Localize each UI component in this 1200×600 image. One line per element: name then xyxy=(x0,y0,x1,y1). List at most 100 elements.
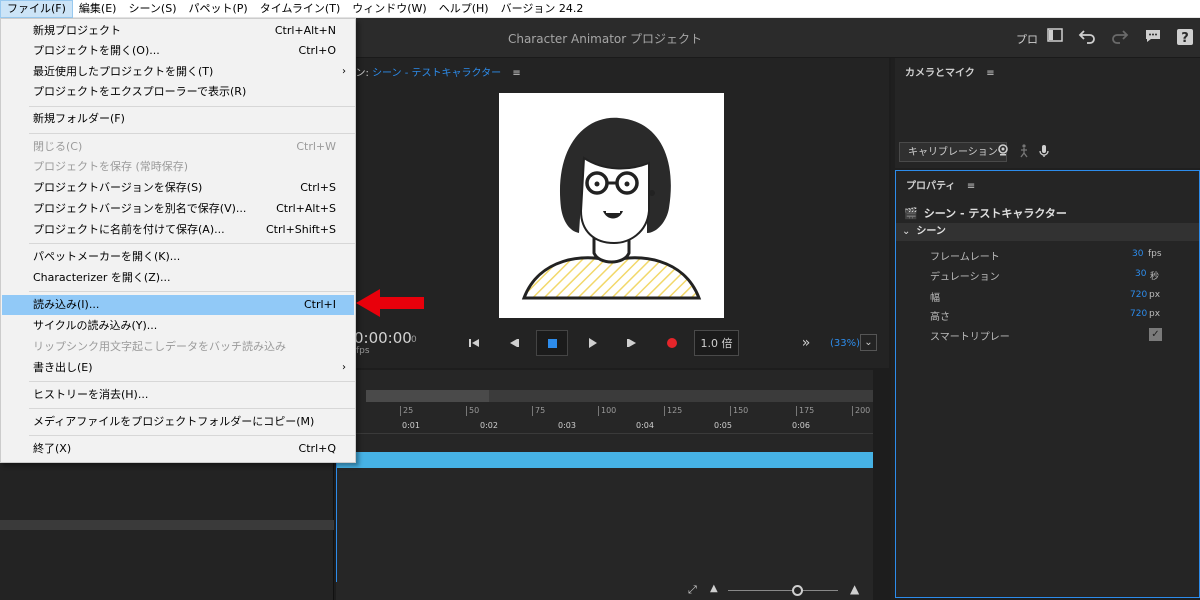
menu-item-label: メディアファイルをプロジェクトフォルダーにコピー(M) xyxy=(33,415,315,428)
height-value[interactable]: 720 xyxy=(1130,309,1147,319)
menu-item-label: リップシンク用文字起こしデータをバッチ読み込み xyxy=(33,340,286,353)
webcam-icon[interactable] xyxy=(997,144,1009,159)
body-tracking-icon[interactable] xyxy=(1019,144,1029,161)
previous-frame-button[interactable] xyxy=(504,330,524,356)
fit-to-window-icon[interactable]: ⤢ xyxy=(688,583,697,597)
menu-item-label: 新規フォルダー(F) xyxy=(33,112,125,125)
menu-item-import-cycle[interactable]: サイクルの読み込み(Y)... xyxy=(2,316,354,336)
menu-item-open-project[interactable]: プロジェクトを開く(O)... Ctrl+O xyxy=(2,41,354,61)
frame-rate-value[interactable]: 30 xyxy=(1132,249,1143,259)
record-button[interactable] xyxy=(662,330,682,356)
menu-item-label: プロジェクトを開く(O)... xyxy=(33,44,160,57)
stop-button[interactable] xyxy=(536,330,568,356)
menu-item-new-project[interactable]: 新規プロジェクト Ctrl+Alt+N xyxy=(2,21,354,41)
scene-section-header[interactable]: ⌄ シーン xyxy=(896,223,1199,241)
menu-item-save-as[interactable]: プロジェクトに名前を付けて保存(A)... Ctrl+Shift+S xyxy=(2,220,354,240)
help-icon[interactable]: ? xyxy=(1174,28,1196,50)
microphone-icon[interactable] xyxy=(1039,144,1049,161)
menu-item-puppet-maker[interactable]: パペットメーカーを開く(K)... xyxy=(2,247,354,267)
scene-canvas[interactable] xyxy=(499,93,724,318)
menu-item-export[interactable]: 書き出し(E) › xyxy=(2,358,354,378)
ruler-frame-label: 100 xyxy=(598,406,616,416)
zoom-dropdown-icon[interactable]: ⌄ xyxy=(860,334,877,351)
skip-start-icon xyxy=(469,339,479,347)
menu-item-import[interactable]: 読み込み(I)... Ctrl+I xyxy=(2,295,354,315)
menu-item-shortcut: Ctrl+W xyxy=(296,140,336,153)
menu-puppet[interactable]: パペット(P) xyxy=(182,0,253,18)
step-back-icon xyxy=(510,339,519,347)
timeline-footer: ⤢ ▲ ▲ xyxy=(336,580,896,600)
menu-item-copy-media[interactable]: メディアファイルをプロジェクトフォルダーにコピー(M) xyxy=(2,412,354,432)
panel-menu-icon[interactable]: ≡ xyxy=(512,68,520,79)
menu-item-shortcut: Ctrl+Shift+S xyxy=(266,223,336,236)
undo-icon[interactable] xyxy=(1076,28,1098,48)
zoom-level[interactable]: (33%) xyxy=(830,338,860,349)
menu-item-save-project[interactable]: プロジェクトを保存 (常時保存) xyxy=(2,157,354,177)
play-button[interactable] xyxy=(582,330,602,356)
ruler-frame-label: 175 xyxy=(796,406,814,416)
playback-speed[interactable]: 1.0 倍 xyxy=(694,330,739,356)
panel-menu-icon[interactable]: ≡ xyxy=(967,181,975,192)
scene-tab-name: シーン - テストキャラクター xyxy=(372,68,502,79)
timecode-display[interactable]: 0:00:00 xyxy=(354,329,412,347)
menu-item-new-folder[interactable]: 新規フォルダー(F) xyxy=(2,109,354,129)
ruler-time-label: 0:05 xyxy=(714,421,732,430)
menu-file[interactable]: ファイル(F) xyxy=(0,0,73,18)
menu-item-label: プロジェクトバージョンを別名で保存(V)... xyxy=(33,202,247,215)
record-icon xyxy=(667,338,677,348)
menu-version[interactable]: バージョン 24.2 xyxy=(495,0,590,18)
menu-edit[interactable]: 編集(E) xyxy=(73,0,123,18)
duration-value[interactable]: 30 xyxy=(1135,269,1146,279)
redo-icon[interactable] xyxy=(1109,28,1131,48)
menu-item-label: 終了(X) xyxy=(33,442,72,455)
menu-timeline[interactable]: タイムライン(T) xyxy=(254,0,347,18)
menu-item-open-recent[interactable]: 最近使用したプロジェクトを開く(T) › xyxy=(2,62,354,82)
panel-layout-icon[interactable] xyxy=(1044,28,1066,46)
menu-item-shortcut: Ctrl+Alt+S xyxy=(276,202,336,215)
width-value[interactable]: 720 xyxy=(1130,290,1147,300)
menu-separator xyxy=(29,408,355,409)
more-controls-icon[interactable]: » xyxy=(796,330,816,356)
width-label: 幅 xyxy=(930,293,940,304)
height-label: 高さ xyxy=(930,312,950,323)
project-title: Character Animator プロジェクト xyxy=(507,32,703,46)
scene-track-bar[interactable] xyxy=(336,452,873,468)
menu-item-exit[interactable]: 終了(X) Ctrl+Q xyxy=(2,439,354,459)
timeline-scroll-thumb[interactable] xyxy=(366,390,489,402)
menu-item-label: プロジェクトバージョンを保存(S) xyxy=(33,181,203,194)
panel-menu-icon[interactable]: ≡ xyxy=(986,68,994,79)
menu-separator xyxy=(29,106,355,107)
ruler-frame-label: 150 xyxy=(730,406,748,416)
frame-rate-label: フレームレート xyxy=(930,252,1000,263)
timeline-scroll-bar[interactable] xyxy=(366,390,873,402)
menu-item-clear-history[interactable]: ヒストリーを消去(H)... xyxy=(2,385,354,405)
zoom-in-mountain-icon[interactable]: ▲ xyxy=(850,582,859,596)
scene-tab[interactable]: シーン: シーン - テストキャラクター ≡ xyxy=(336,64,521,79)
next-frame-button[interactable] xyxy=(622,330,642,356)
menu-help[interactable]: ヘルプ(H) xyxy=(433,0,495,18)
feedback-icon[interactable] xyxy=(1142,28,1164,48)
timeline-ruler[interactable]: 25 50 75 100 125 150 175 200 0:01 0:02 0… xyxy=(336,404,873,434)
menu-window[interactable]: ウィンドウ(W) xyxy=(346,0,432,18)
ruler-frame-label: 125 xyxy=(664,406,682,416)
playhead[interactable] xyxy=(336,452,337,582)
menu-item-characterizer[interactable]: Characterizer を開く(Z)... xyxy=(2,268,354,288)
zoom-out-mountain-icon[interactable]: ▲ xyxy=(710,583,718,594)
zoom-slider-handle[interactable] xyxy=(792,585,803,596)
properties-tab[interactable]: プロパティ ≡ xyxy=(906,177,975,192)
project-item-row[interactable] xyxy=(0,520,334,530)
menu-item-label: 書き出し(E) xyxy=(33,361,93,374)
timeline-zoom-slider[interactable] xyxy=(728,590,838,591)
menu-item-save-version[interactable]: プロジェクトバージョンを保存(S) Ctrl+S xyxy=(2,178,354,198)
calibration-button[interactable]: キャリブレーション xyxy=(899,142,1007,162)
menu-item-show-in-explorer[interactable]: プロジェクトをエクスプローラーで表示(R) xyxy=(2,82,354,102)
menu-item-close[interactable]: 閉じる(C) Ctrl+W xyxy=(2,137,354,157)
properties-panel: プロパティ ≡ 🎬 シーン - テストキャラクター ⌄ シーン フレームレート 30… xyxy=(895,170,1200,598)
go-to-start-button[interactable] xyxy=(464,330,484,356)
menu-item-save-version-as[interactable]: プロジェクトバージョンを別名で保存(V)... Ctrl+Alt+S xyxy=(2,199,354,219)
menu-scene[interactable]: シーン(S) xyxy=(122,0,182,18)
menu-separator xyxy=(29,435,355,436)
smart-replay-checkbox[interactable]: ✓ xyxy=(1149,328,1162,341)
menu-item-batch-import-lipsync[interactable]: リップシンク用文字起こしデータをバッチ読み込み xyxy=(2,337,354,357)
camera-mic-tab[interactable]: カメラとマイク ≡ xyxy=(905,64,995,79)
